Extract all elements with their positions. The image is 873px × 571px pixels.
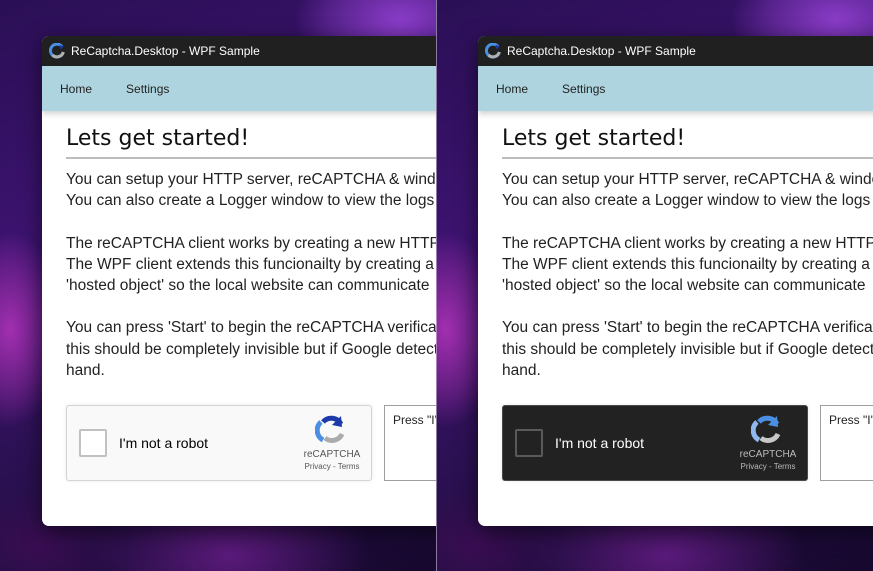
nav-bar: Home Settings <box>42 66 436 111</box>
window-title: ReCaptcha.Desktop - WPF Sample <box>71 44 260 58</box>
paragraph-line: The WPF client extends this funcionailty… <box>66 255 434 273</box>
main-content: Lets get started! You can setup your HTT… <box>42 111 436 482</box>
paragraph-line: this should be completely invisible but … <box>502 340 873 358</box>
recaptcha-widget: I'm not a robot reCAPTCHA Privacy - Term… <box>66 405 372 482</box>
paragraph-line: The WPF client extends this funcionailty… <box>502 255 870 273</box>
intro-paragraph: You can setup your HTTP server, reCAPTCH… <box>66 169 436 212</box>
privacy-link[interactable]: Privacy <box>305 462 331 471</box>
recaptcha-logo-icon <box>750 414 783 446</box>
title-bar[interactable]: ReCaptcha.Desktop - WPF Sample <box>42 36 436 66</box>
screenshot-pane-light: ReCaptcha.Desktop - WPF Sample Home Sett… <box>0 0 436 571</box>
app-icon <box>485 43 501 59</box>
nav-bar: Home Settings <box>478 66 873 111</box>
paragraph-line: You can setup your HTTP server, reCAPTCH… <box>502 171 873 188</box>
recaptcha-checkbox[interactable] <box>515 429 543 458</box>
paragraph-line: You can also create a Logger window to v… <box>502 192 871 210</box>
title-bar[interactable]: ReCaptcha.Desktop - WPF Sample <box>478 36 873 66</box>
recaptcha-links: Privacy - Terms <box>293 462 371 471</box>
nav-item-home[interactable]: Home <box>496 82 528 96</box>
nav-item-settings[interactable]: Settings <box>562 82 605 96</box>
paragraph-line: You can press 'Start' to begin the reCAP… <box>66 319 436 337</box>
page-title: Lets get started! <box>66 126 436 159</box>
captcha-row: I'm not a robot reCAPTCHA Privacy - Term… <box>502 405 873 482</box>
recaptcha-links: Privacy - Terms <box>729 462 807 471</box>
privacy-link[interactable]: Privacy <box>741 462 767 471</box>
terms-link[interactable]: Terms <box>338 462 360 471</box>
start-paragraph: You can press 'Start' to begin the reCAP… <box>66 317 436 381</box>
output-textbox[interactable]: Press "I'm <box>384 405 436 482</box>
app-icon <box>49 43 65 59</box>
recaptcha-label: I'm not a robot <box>119 435 209 452</box>
pane-divider <box>436 0 437 571</box>
recaptcha-label: I'm not a robot <box>555 435 645 452</box>
paragraph-line: The reCAPTCHA client works by creating a… <box>502 234 873 252</box>
paragraph-line: The reCAPTCHA client works by creating a… <box>66 234 436 252</box>
paragraph-line: You can also create a Logger window to v… <box>66 192 435 210</box>
screenshot-pane-dark: ReCaptcha.Desktop - WPF Sample Home Sett… <box>436 0 873 571</box>
main-content: Lets get started! You can setup your HTT… <box>478 111 873 482</box>
link-separator: - <box>330 462 338 472</box>
recaptcha-logo-icon <box>314 414 347 446</box>
app-window: ReCaptcha.Desktop - WPF Sample Home Sett… <box>478 36 873 526</box>
client-paragraph: The reCAPTCHA client works by creating a… <box>66 233 436 297</box>
recaptcha-widget: I'm not a robot reCAPTCHA Privacy - Term… <box>502 405 808 482</box>
client-paragraph: The reCAPTCHA client works by creating a… <box>502 233 873 297</box>
paragraph-line: hand. <box>66 362 105 380</box>
paragraph-line: You can press 'Start' to begin the reCAP… <box>502 319 873 337</box>
captcha-row: I'm not a robot reCAPTCHA Privacy - Term… <box>66 405 436 482</box>
terms-link[interactable]: Terms <box>774 462 796 471</box>
intro-paragraph: You can setup your HTTP server, reCAPTCH… <box>502 169 873 212</box>
nav-item-settings[interactable]: Settings <box>126 82 169 96</box>
nav-item-home[interactable]: Home <box>60 82 92 96</box>
link-separator: - <box>766 462 774 472</box>
recaptcha-checkbox[interactable] <box>79 429 107 458</box>
recaptcha-brand: reCAPTCHA <box>739 449 797 461</box>
paragraph-line: 'hosted object' so the local website can… <box>502 277 866 295</box>
paragraph-line: hand. <box>502 362 541 380</box>
paragraph-line: this should be completely invisible but … <box>66 340 436 358</box>
page-title: Lets get started! <box>502 126 873 159</box>
paragraph-line: 'hosted object' so the local website can… <box>66 277 430 295</box>
paragraph-line: You can setup your HTTP server, reCAPTCH… <box>66 171 436 188</box>
recaptcha-brand: reCAPTCHA <box>303 449 361 461</box>
app-window: ReCaptcha.Desktop - WPF Sample Home Sett… <box>42 36 436 526</box>
start-paragraph: You can press 'Start' to begin the reCAP… <box>502 317 873 381</box>
output-textbox[interactable]: Press "I'm <box>820 405 873 482</box>
window-title: ReCaptcha.Desktop - WPF Sample <box>507 44 696 58</box>
